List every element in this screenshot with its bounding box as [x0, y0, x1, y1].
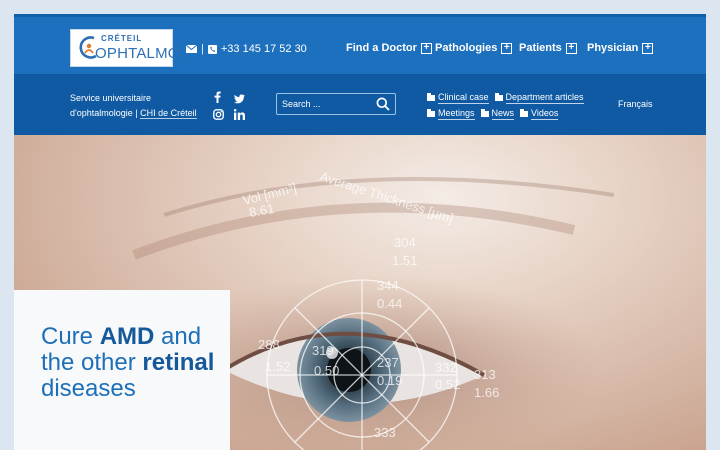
- overlay-value: 313: [474, 367, 496, 382]
- nav-patients[interactable]: Patients +: [519, 42, 577, 54]
- hero-title-bold: AMD: [99, 323, 155, 350]
- overlay-value: 1.51: [392, 253, 417, 268]
- service-line-1: Service universitaire: [70, 93, 152, 103]
- plus-icon[interactable]: +: [420, 42, 432, 54]
- hero-card: Cure AMD and the other retinal diseases: [14, 290, 230, 450]
- service-line-2: d'ophtalmologie | CHI de Créteil: [70, 106, 197, 121]
- nav-find-doctor-label: Find a Doctor: [346, 42, 417, 54]
- overlay-value: 344: [377, 278, 399, 293]
- category-department-articles[interactable]: Department articles: [494, 92, 584, 104]
- category-label: Videos: [531, 108, 559, 120]
- plus-icon[interactable]: +: [642, 42, 654, 54]
- nav-physician[interactable]: Physician +: [587, 42, 654, 54]
- folder-icon: [494, 93, 503, 101]
- overlay-value: 1.66: [474, 385, 499, 400]
- social-links: [212, 90, 248, 120]
- top-header-bar: CRÉTEIL OPHTALMO | +33 145 17 52 30 Find…: [14, 14, 706, 74]
- logo-line-2: OPHTALMO: [95, 45, 180, 62]
- category-links-row-1: Clinical case Department articles: [427, 92, 584, 104]
- phone-icon: [207, 44, 217, 54]
- site-logo[interactable]: CRÉTEIL OPHTALMO: [70, 29, 179, 67]
- nav-pathologies[interactable]: Pathologies +: [435, 42, 513, 54]
- language-switch[interactable]: Français: [618, 99, 653, 109]
- service-line-2-text: d'ophtalmologie |: [70, 108, 141, 118]
- category-label: Department articles: [505, 92, 584, 104]
- nav-physician-label: Physician: [587, 42, 639, 54]
- search-icon[interactable]: [376, 97, 390, 111]
- overlay-value: 0.44: [377, 296, 402, 311]
- category-clinical-case[interactable]: Clinical case: [427, 92, 489, 104]
- folder-icon: [480, 109, 489, 117]
- instagram-icon[interactable]: [213, 107, 224, 125]
- category-links-row-2: Meetings News Videos: [427, 108, 559, 120]
- envelope-icon[interactable]: [186, 45, 197, 53]
- overlay-value: 304: [394, 235, 416, 250]
- overlay-value: 332: [435, 360, 457, 375]
- page-frame: CRÉTEIL OPHTALMO | +33 145 17 52 30 Find…: [14, 14, 706, 450]
- overlay-value: 0.52: [435, 377, 460, 392]
- nav-patients-label: Patients: [519, 42, 562, 54]
- contact-separator: |: [201, 43, 204, 55]
- linkedin-icon[interactable]: [233, 107, 245, 125]
- hero-title-bold: retinal: [142, 349, 215, 376]
- category-label: Clinical case: [438, 92, 489, 104]
- hero-title: Cure AMD and the other retinal diseases: [41, 324, 221, 402]
- secondary-header-bar: Service universitaire d'ophtalmologie | …: [14, 74, 706, 135]
- overlay-value: 319: [312, 343, 334, 358]
- category-meetings[interactable]: Meetings: [427, 108, 475, 120]
- service-description: Service universitaire d'ophtalmologie | …: [70, 91, 197, 121]
- overlay-value: 1.52: [265, 359, 290, 374]
- chi-creteil-link[interactable]: CHI de Créteil: [140, 108, 197, 119]
- overlay-value: 333: [374, 425, 396, 440]
- folder-icon: [427, 93, 435, 101]
- facebook-icon[interactable]: [214, 90, 221, 108]
- phone-number[interactable]: +33 145 17 52 30: [221, 43, 307, 55]
- nav-pathologies-label: Pathologies: [435, 42, 498, 54]
- search-box: [276, 93, 396, 115]
- folder-icon: [520, 109, 529, 117]
- search-input[interactable]: [277, 94, 377, 114]
- category-videos[interactable]: Videos: [520, 108, 559, 120]
- category-label: Meetings: [438, 108, 475, 120]
- logo-line-1: CRÉTEIL: [101, 34, 143, 43]
- hero-title-part: diseases: [41, 375, 136, 402]
- contact-info: | +33 145 17 52 30: [186, 43, 307, 55]
- category-label: News: [491, 108, 515, 120]
- hero-title-part: Cure: [41, 323, 100, 350]
- overlay-value: 288: [258, 337, 280, 352]
- folder-icon: [427, 109, 435, 117]
- overlay-value: 0.50: [314, 363, 339, 378]
- overlay-value: 237: [377, 355, 399, 370]
- overlay-value: 0.19: [377, 373, 402, 388]
- plus-icon[interactable]: +: [565, 42, 577, 54]
- category-news[interactable]: News: [480, 108, 515, 120]
- nav-find-doctor[interactable]: Find a Doctor +: [346, 42, 432, 54]
- hero-banner: Vol [mm³] Average Thickness [µm] 8.61 30…: [14, 135, 706, 450]
- plus-icon[interactable]: +: [501, 42, 513, 54]
